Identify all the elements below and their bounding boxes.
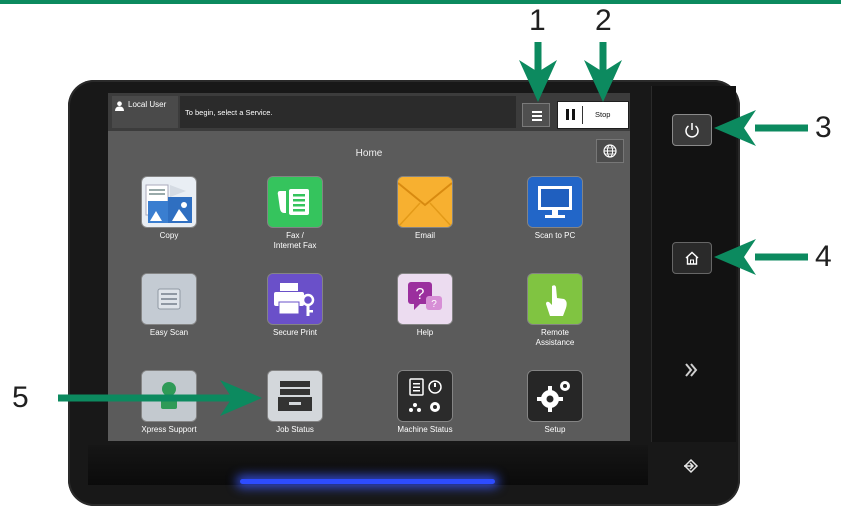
tile-label: Help [416,328,434,337]
job-status-icon [268,371,322,421]
user-icon [115,101,124,111]
hamburger-icon-line [532,119,542,121]
tile-label: Machine Status [397,425,453,434]
tile-label: Easy Scan [149,328,189,337]
stop-divider [582,106,583,124]
screen-header: Local User To begin, select a Service. S… [108,93,630,131]
callout-number-5: 5 [12,381,29,414]
callout-number-1: 1 [529,4,546,37]
power-button[interactable] [672,114,712,146]
prompt-text: To begin, select a Service. [185,108,273,117]
svg-text:?: ? [416,286,425,303]
remote-assistance-icon [528,274,582,324]
stop-button[interactable]: Stop [557,101,629,129]
tile-label: Scan to PC [534,231,576,240]
menu-button[interactable] [522,103,550,127]
tile-label: Setup [544,425,566,434]
secure-print-icon [268,274,322,324]
home-icon [685,251,699,265]
fax-icon [268,177,322,227]
globe-icon [603,144,617,158]
user-login-button[interactable]: Local User [112,96,178,128]
xpress-support-icon [142,371,196,421]
callout-number-4: 4 [815,240,832,273]
email-icon [398,177,452,227]
pause-icon [566,109,569,120]
stop-label: Stop [595,110,611,119]
hamburger-icon [532,111,542,113]
help-icon: ? ? [398,274,452,324]
sign-in-icon [683,458,699,474]
home-button[interactable] [672,242,712,274]
tile-label: Email [414,231,435,240]
copy-icon [142,177,196,227]
page-title: Home [355,148,383,159]
user-label: Local User [128,100,167,109]
hamburger-icon-line [532,115,542,117]
nfc-icon [685,363,698,377]
scan-to-pc-icon [528,177,582,227]
setup-icon [528,371,582,421]
tile-label: Remote Assistance [535,328,575,347]
easy-scan-icon [142,274,196,324]
power-icon [685,123,699,138]
tile-label: Fax / Internet Fax [273,231,317,250]
callout-number-2: 2 [595,4,612,37]
touch-screen: Local User To begin, select a Service. S… [108,93,630,441]
tile-label: Job Status [276,425,314,434]
message-area: To begin, select a Service. [180,96,516,128]
callout-number-3: 3 [815,111,832,144]
language-button[interactable] [596,139,624,163]
status-light-bar [240,479,495,484]
tile-label: Secure Print [272,328,318,337]
tile-label: Xpress Support [141,425,197,434]
top-divider-line [0,0,841,4]
tile-label: Copy [159,231,179,240]
machine-status-icon [398,371,452,421]
svg-text:?: ? [431,299,437,310]
